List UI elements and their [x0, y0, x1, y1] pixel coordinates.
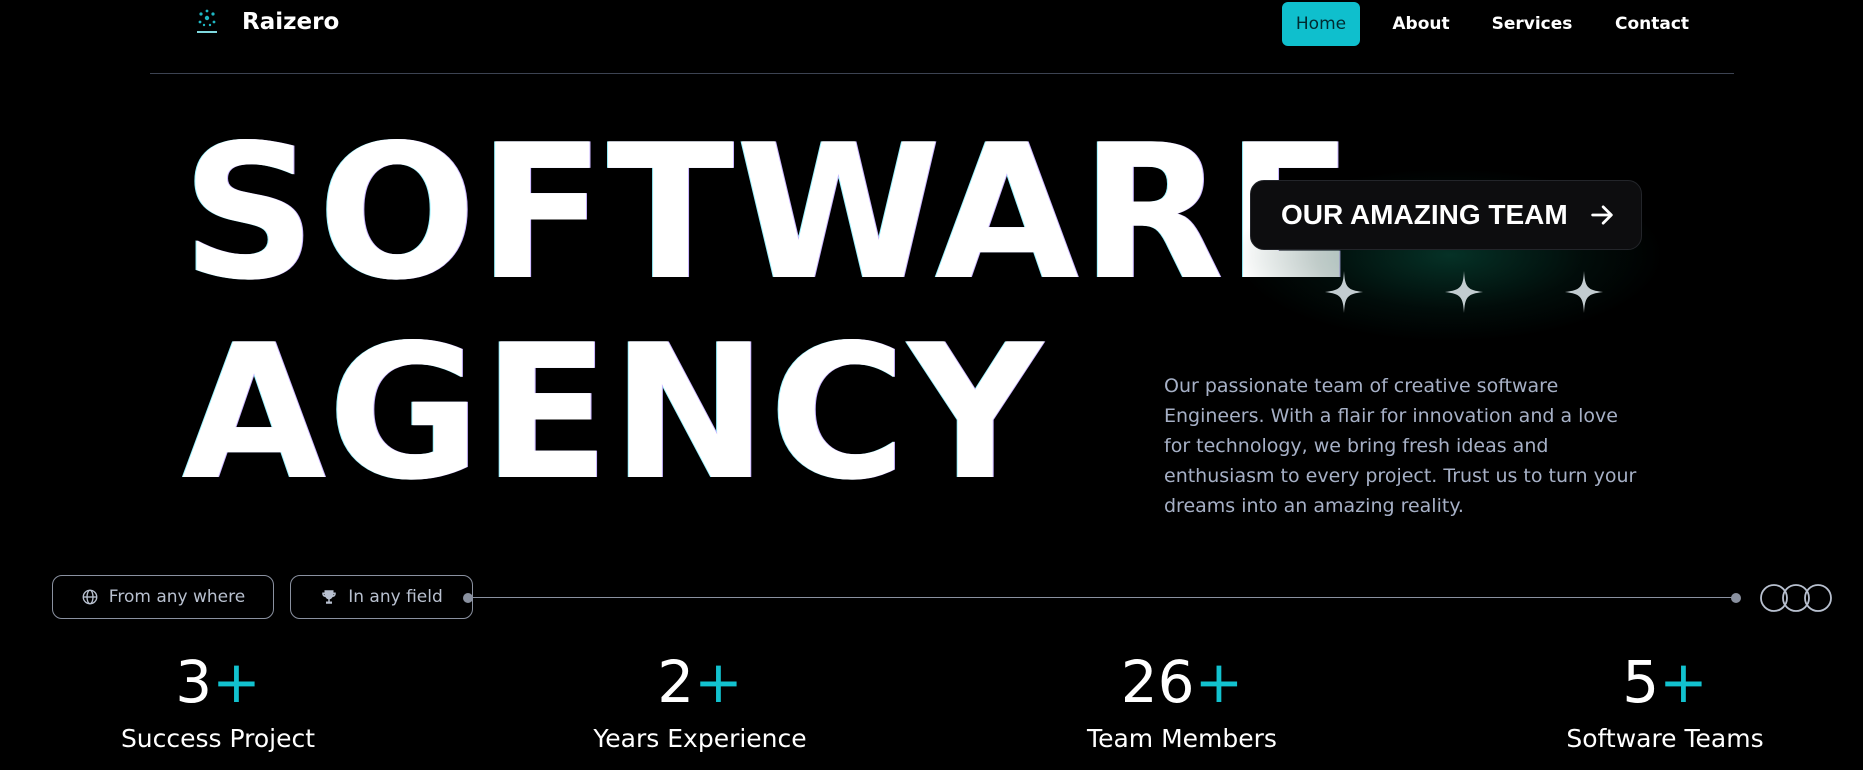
timeline-line	[468, 597, 1736, 598]
stat-number: 26+	[1120, 648, 1244, 716]
plus-accent: +	[694, 648, 743, 716]
arrow-right-icon	[1590, 205, 1613, 225]
plus-accent: +	[212, 648, 261, 716]
stat-team-members: 26+ Team Members	[1022, 648, 1342, 756]
nav-services[interactable]: Services	[1486, 2, 1578, 46]
pill-in-any-field[interactable]: In any field	[290, 575, 473, 619]
pill-from-any-where[interactable]: From any where	[52, 575, 274, 619]
stat-label: Years Experience	[593, 724, 807, 753]
hero-title-line-1: SOFTWARE	[182, 104, 1356, 321]
globe-icon	[82, 589, 98, 605]
hero-title-line-2: AGENCY	[182, 304, 1045, 521]
brand-name[interactable]: Raizero	[242, 9, 339, 35]
stat-years-experience: 2+ Years Experience	[540, 648, 860, 756]
header-divider	[150, 73, 1734, 74]
sparkle-icon	[1565, 271, 1603, 313]
stat-number: 2+	[657, 648, 743, 716]
brand-logo[interactable]	[190, 5, 224, 39]
hero-description: Our passionate team of creative software…	[1164, 375, 1637, 517]
nav-home[interactable]: Home	[1282, 2, 1360, 46]
trophy-icon	[322, 590, 336, 604]
plus-accent: +	[1194, 648, 1244, 716]
pill-label: In any field	[348, 587, 443, 607]
our-amazing-team-button[interactable]: OUR AMAZING TEAM	[1250, 180, 1642, 250]
stat-success-projects: 3+ Success Project	[58, 648, 378, 756]
timeline-dot	[1731, 593, 1741, 603]
team-button-label: OUR AMAZING TEAM	[1281, 199, 1568, 230]
pill-label: From any where	[108, 587, 246, 607]
stat-number: 5+	[1622, 648, 1708, 716]
sparkle-icon	[1445, 271, 1483, 313]
nav-contact[interactable]: Contact	[1608, 2, 1696, 46]
stat-label: Success Project	[120, 724, 316, 753]
stat-label: Team Members	[1087, 724, 1277, 753]
rings-icon	[1760, 584, 1832, 612]
stat-software-teams: 5+ Software Teams	[1505, 648, 1825, 756]
sparkle-icon	[1325, 271, 1363, 313]
nav-about[interactable]: About	[1382, 2, 1460, 46]
timeline-dot	[463, 593, 473, 603]
stat-number: 3+	[175, 648, 261, 716]
stat-label: Software Teams	[1566, 724, 1764, 753]
plus-accent: +	[1659, 648, 1708, 716]
